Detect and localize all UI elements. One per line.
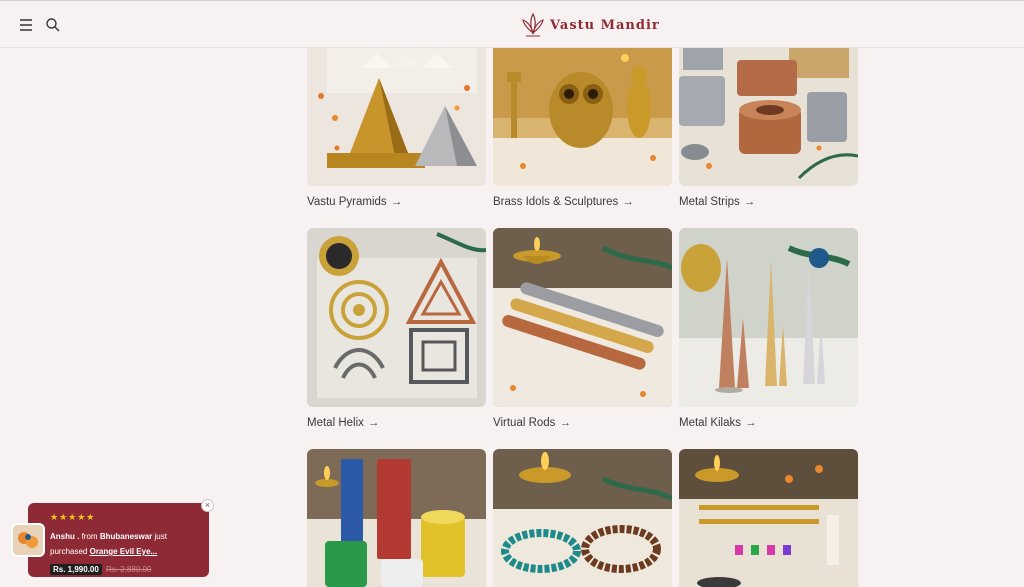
toast-price: Rs. 1,990.00 [50, 564, 102, 575]
arrow-right-icon: → [559, 417, 571, 429]
toast-buyer-info: Anshu . from Bhubaneswar just [50, 532, 167, 541]
category-image-metal-strips[interactable] [679, 48, 858, 186]
arrow-right-icon: → [745, 417, 757, 429]
menu-icon[interactable] [16, 15, 36, 35]
lotus-logo-icon [522, 12, 544, 37]
category-card-metal-helix[interactable]: Metal Helix → [307, 228, 486, 429]
category-card-metal-strips[interactable]: Metal Strips → [679, 48, 858, 208]
rating-stars: ★★★★★ [50, 512, 96, 522]
category-card-virtual-rods[interactable]: Virtual Rods → [493, 228, 672, 429]
category-card-row3-1[interactable] [307, 449, 486, 587]
category-image-metal-helix[interactable] [307, 228, 486, 407]
arrow-right-icon: → [367, 417, 380, 429]
toast-old-price: Rs. 2,880.00 [106, 565, 152, 574]
category-image-brass-idols[interactable] [493, 48, 672, 186]
category-image-metal-kilaks[interactable] [679, 228, 858, 407]
category-card-row3-3[interactable] [679, 449, 858, 587]
toast-product-info: purchased Orange Evil Eye... [50, 547, 158, 556]
category-label-metal-strips[interactable]: Metal Strips → [679, 196, 755, 208]
category-image-row3-1[interactable] [307, 449, 486, 587]
category-label-brass-idols[interactable]: Brass Idols & Sculptures → [493, 196, 634, 208]
toast-product-link[interactable]: Orange Evil Eye... [90, 547, 158, 556]
arrow-right-icon: → [622, 196, 634, 208]
category-card-vastu-pyramids[interactable]: Vastu Pyramids → [307, 48, 486, 208]
search-icon[interactable] [43, 15, 63, 35]
arrow-right-icon: → [390, 196, 403, 208]
site-header: Vastu Mandir [0, 0, 1024, 48]
brand-name: Vastu Mandir [550, 17, 660, 33]
brand-logo[interactable]: Vastu Mandir [520, 10, 660, 40]
category-label-metal-kilaks[interactable]: Metal Kilaks → [679, 417, 757, 429]
category-card-metal-kilaks[interactable]: Metal Kilaks → [679, 228, 858, 429]
category-image-row3-3[interactable] [679, 449, 858, 587]
category-image-row3-2[interactable] [493, 449, 672, 587]
category-label-vastu-pyramids[interactable]: Vastu Pyramids → [307, 196, 402, 208]
category-card-brass-idols[interactable]: Brass Idols & Sculptures → [493, 48, 672, 208]
product-thumbnail[interactable] [11, 523, 45, 557]
recent-purchase-toast[interactable]: ★★★★★ Anshu . from Bhubaneswar just purc… [11, 499, 214, 577]
category-image-virtual-rods[interactable] [493, 228, 672, 407]
close-icon[interactable]: × [201, 499, 214, 512]
category-label-metal-helix[interactable]: Metal Helix → [307, 417, 379, 429]
category-card-row3-2[interactable] [493, 449, 672, 587]
category-image-vastu-pyramids[interactable] [307, 48, 486, 186]
category-label-virtual-rods[interactable]: Virtual Rods → [493, 417, 571, 429]
arrow-right-icon: → [743, 196, 756, 208]
